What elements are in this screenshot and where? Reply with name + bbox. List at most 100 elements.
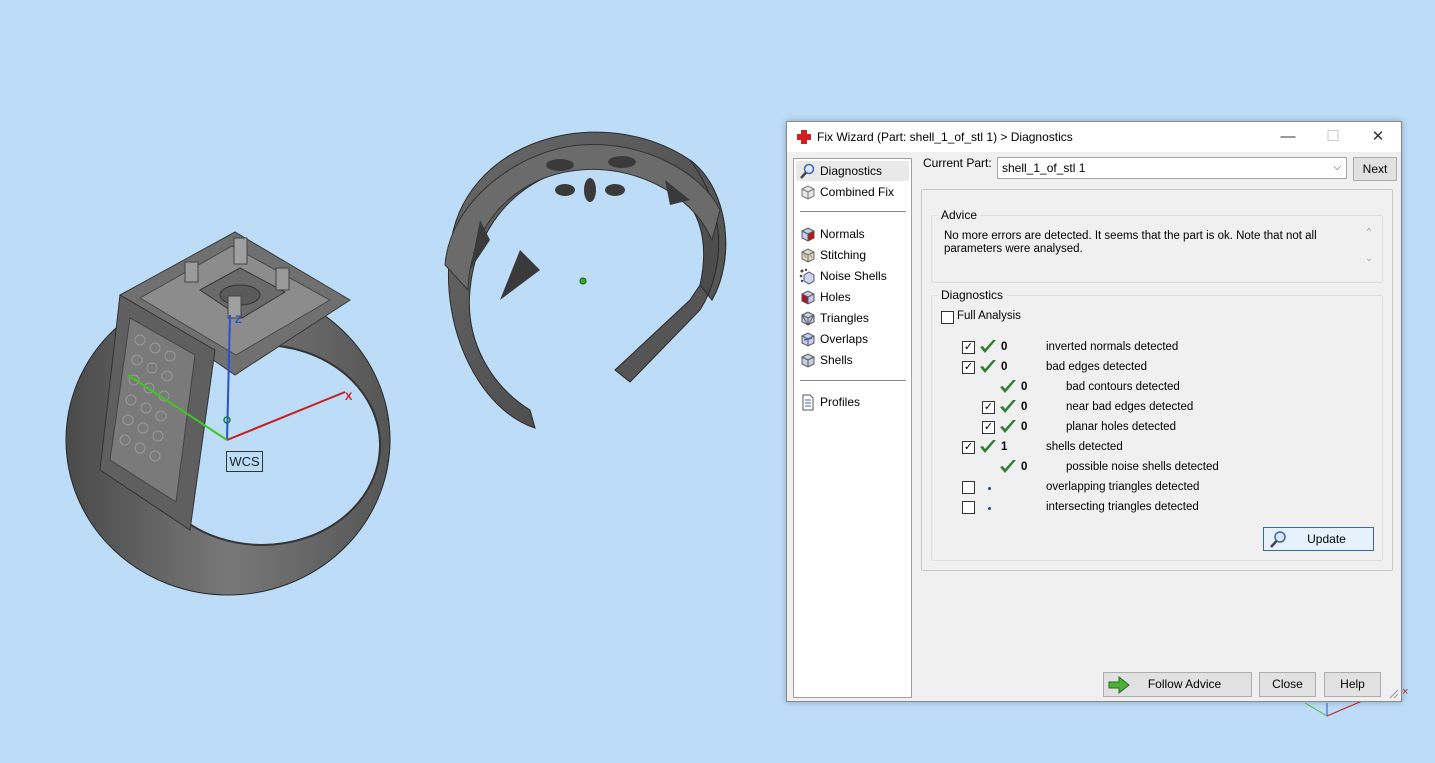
near-bad-edges-count: 0 (1021, 401, 1028, 413)
full-analysis-label: Full Analysis (957, 310, 1021, 322)
nav-item-normals[interactable]: Normals (796, 224, 909, 244)
magnifier-icon (800, 163, 815, 179)
noise-shells-text: possible noise shells detected (1066, 461, 1219, 473)
nav-label: Triangles (820, 311, 869, 325)
row-checkbox-intersecting-triangles[interactable] (962, 501, 975, 514)
stitching-cube-icon (801, 247, 815, 263)
wcs-label: WCS (226, 451, 263, 472)
shells-cube-icon (801, 352, 815, 368)
red-cross-icon (797, 130, 811, 144)
follow-advice-button[interactable]: Follow Advice (1103, 672, 1252, 697)
bad-edges-count: 0 (1001, 361, 1008, 373)
inverted-normals-count: 0 (1001, 341, 1008, 353)
row-checkbox-overlapping-triangles[interactable] (962, 481, 975, 494)
triangles-cube-icon (801, 310, 815, 326)
nav-label: Normals (820, 227, 865, 241)
nav-label: Profiles (820, 395, 861, 409)
dialog-title: Fix Wizard (Part: shell_1_of_stl 1) > Di… (817, 130, 1073, 144)
near-bad-edges-text: near bad edges detected (1066, 401, 1194, 413)
green-check-icon (1000, 420, 1016, 433)
advice-group: Advice No more errors are detected. It s… (931, 208, 1383, 283)
scroll-up-icon[interactable]: ^ (1362, 226, 1376, 236)
nav-label: Stitching (820, 248, 867, 262)
scroll-down-icon[interactable]: ⌄ (1362, 253, 1376, 264)
shells-text: shells detected (1046, 441, 1123, 453)
nav-label: Diagnostics (820, 164, 883, 178)
help-button[interactable]: Help (1324, 672, 1381, 697)
planar-holes-count: 0 (1021, 421, 1028, 433)
nav-label: Noise Shells (820, 269, 887, 283)
row-checkbox-inverted-normals[interactable]: ✓ (962, 341, 975, 354)
fix-wizard-dialog: Fix Wizard (Part: shell_1_of_stl 1) > Di… (786, 121, 1402, 702)
row-checkbox-planar-holes[interactable]: ✓ (982, 421, 995, 434)
nav-item-combined-fix[interactable]: Combined Fix (796, 182, 909, 202)
cube-icon (801, 184, 815, 200)
pending-dot-icon (988, 487, 991, 490)
axis-x-label: X (345, 391, 353, 403)
nav-item-noise-shells[interactable]: Noise Shells (796, 266, 909, 286)
noise-shells-count: 0 (1021, 461, 1028, 473)
document-icon (802, 394, 814, 410)
current-part-value: shell_1_of_stl 1 (1002, 161, 1086, 175)
update-label: Update (1307, 532, 1346, 546)
shells-count: 1 (1001, 441, 1008, 453)
green-check-icon (1000, 380, 1016, 393)
noise-shells-icon (799, 268, 815, 285)
nav-item-overlaps[interactable]: Overlaps (796, 329, 909, 349)
bad-contours-count: 0 (1021, 381, 1028, 393)
bad-edges-text: bad edges detected (1046, 361, 1148, 373)
magnifier-icon (1270, 531, 1286, 548)
full-analysis-checkbox[interactable] (941, 311, 954, 324)
nav-item-triangles[interactable]: Triangles (796, 308, 909, 328)
diagnostics-group: Diagnostics Full Analysis ✓ 0 inverted n… (931, 288, 1383, 561)
holes-cube-icon (801, 289, 815, 305)
nav-label: Combined Fix (820, 185, 895, 199)
green-arrow-right-icon (1108, 676, 1130, 694)
nav-separator (800, 380, 906, 381)
svg-text:×: × (1402, 686, 1408, 698)
current-part-select[interactable]: shell_1_of_stl 1 ⌵ (997, 157, 1347, 179)
nav-label: Overlaps (820, 332, 869, 346)
green-check-icon (1000, 400, 1016, 413)
diagnostics-panel: Advice No more errors are detected. It s… (921, 189, 1393, 571)
overlaps-cube-icon (801, 331, 815, 347)
follow-advice-label: Follow Advice (1147, 677, 1222, 691)
nav-item-stitching[interactable]: Stitching (796, 245, 909, 265)
overlapping-triangles-text: overlapping triangles detected (1046, 481, 1200, 493)
green-check-icon (980, 440, 996, 453)
nav-separator (800, 211, 906, 212)
band-ring-model[interactable] (444, 131, 727, 429)
row-checkbox-shells[interactable]: ✓ (962, 441, 975, 454)
planar-holes-text: planar holes detected (1066, 421, 1176, 433)
axis-z-label: Z (235, 314, 242, 326)
nav-label: Holes (820, 290, 851, 304)
close-button[interactable]: Close (1259, 672, 1316, 697)
update-button[interactable]: Update (1263, 527, 1374, 551)
nav-item-profiles[interactable]: Profiles (796, 392, 909, 412)
advice-scrollbar[interactable]: ^ ⌄ (1362, 226, 1376, 264)
current-part-label: Current Part: (923, 156, 992, 170)
nav-item-holes[interactable]: Holes (796, 287, 909, 307)
next-button[interactable]: Next (1353, 157, 1397, 181)
advice-text: No more errors are detected. It seems th… (944, 230, 1317, 255)
maximize-button[interactable]: ☐ (1310, 122, 1356, 152)
nav-item-diagnostics[interactable]: Diagnostics (796, 161, 909, 181)
intersecting-triangles-text: intersecting triangles detected (1046, 501, 1199, 513)
close-window-button[interactable]: ✕ (1355, 122, 1401, 152)
inverted-normals-text: inverted normals detected (1046, 341, 1179, 353)
nav-item-shells[interactable]: Shells (796, 350, 909, 370)
bad-contours-text: bad contours detected (1066, 381, 1180, 393)
green-check-icon (980, 360, 996, 373)
wizard-navigation: Diagnostics Combined Fix Normals Stitchi… (793, 158, 912, 698)
resize-grip-icon[interactable] (1389, 689, 1399, 699)
minimize-button[interactable]: — (1265, 122, 1311, 152)
nav-label: Shells (820, 353, 853, 367)
normals-cube-icon (801, 226, 815, 242)
green-check-icon (1000, 460, 1016, 473)
row-checkbox-near-bad-edges[interactable]: ✓ (982, 401, 995, 414)
chevron-down-icon: ⌵ (1333, 162, 1341, 173)
diagnostics-title: Diagnostics (938, 288, 1007, 302)
advice-title: Advice (938, 208, 981, 222)
row-checkbox-bad-edges[interactable]: ✓ (962, 361, 975, 374)
title-bar[interactable]: Fix Wizard (Part: shell_1_of_stl 1) > Di… (787, 122, 1401, 152)
